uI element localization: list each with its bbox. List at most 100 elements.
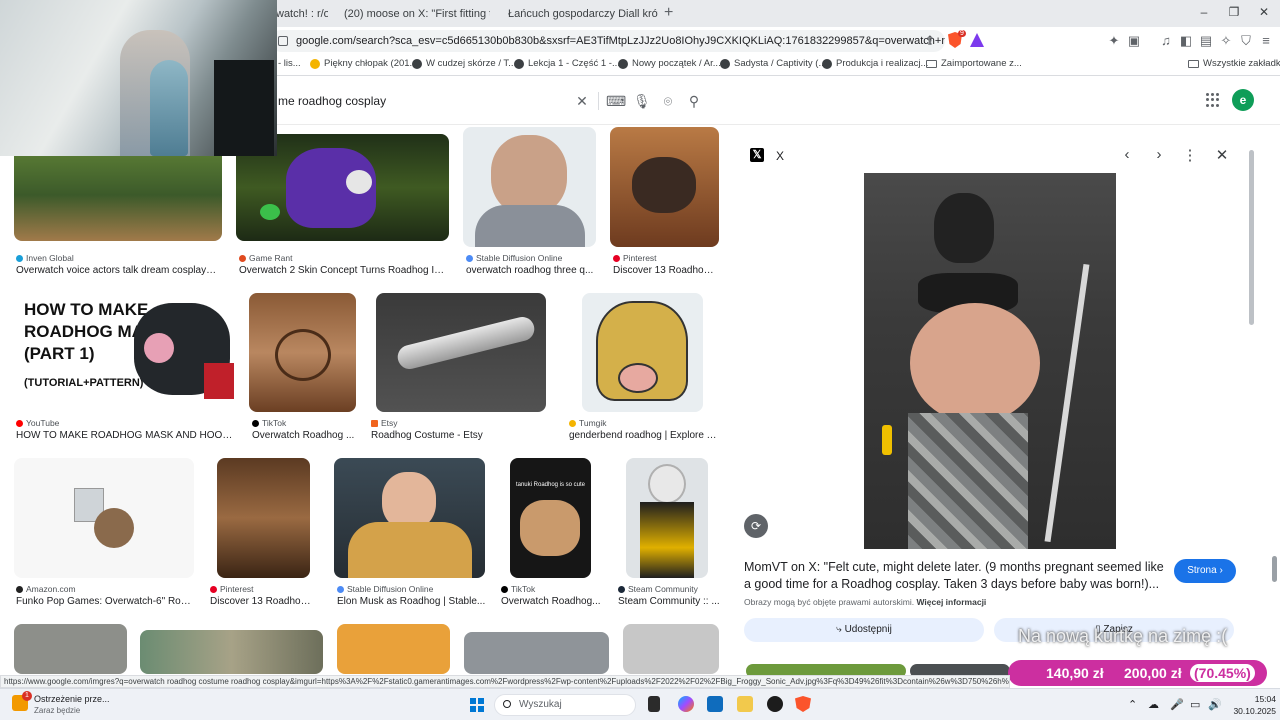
tab-search-icon[interactable]: ▣ <box>1126 33 1142 49</box>
panel-site-name[interactable]: X <box>776 149 784 163</box>
bookmark-item[interactable]: Piękny chłopak (201... <box>310 58 417 69</box>
address-bar[interactable]: google.com/search?sca_esv=c5d665130b0b83… <box>270 30 945 52</box>
brave-icon[interactable] <box>795 696 811 712</box>
result-title[interactable]: Steam Community :: ... <box>618 596 722 607</box>
tab-reddit[interactable]: watch! : r/o <box>276 4 328 24</box>
close-window-button[interactable]: ✕ <box>1254 5 1274 19</box>
bookmark-item[interactable]: Produkcja i realizacj... <box>822 58 928 69</box>
preview-image[interactable] <box>864 173 1116 549</box>
visit-site-button[interactable]: Strona › <box>1174 559 1236 583</box>
share-button[interactable]: ⤷ Udostępnij <box>744 618 984 642</box>
network-icon[interactable]: ▭ <box>1190 698 1200 711</box>
volume-icon[interactable]: 🔊 <box>1208 698 1222 711</box>
result-source[interactable]: Stable Diffusion Online <box>337 584 433 594</box>
result-image[interactable] <box>463 127 596 247</box>
menu-icon[interactable]: ≡ <box>1258 33 1274 49</box>
result-source[interactable]: Stable Diffusion Online <box>466 253 562 263</box>
site-info-icon[interactable] <box>278 36 288 46</box>
mic-icon[interactable]: 🎤 <box>1170 698 1184 711</box>
obs-icon[interactable] <box>767 696 783 712</box>
result-title[interactable]: Funko Pop Games: Overwatch-6" Roa... <box>16 596 192 607</box>
leo-ai-icon[interactable]: ✧ <box>1218 33 1234 49</box>
vpn-icon[interactable]: ⛉ <box>1238 33 1254 49</box>
mic-icon[interactable]: 🎙 <box>633 93 651 110</box>
bookmark-item[interactable]: Sadysta / Captivity (... <box>720 58 826 69</box>
result-source[interactable]: Amazon.com <box>16 584 76 594</box>
task-view-icon[interactable] <box>648 696 660 712</box>
result-source[interactable]: Steam Community <box>618 584 698 594</box>
bookmark-item[interactable]: Lekcja 1 - Część 1 -... <box>514 58 620 69</box>
learn-more-link[interactable]: Więcej informacji <box>916 597 986 607</box>
result-title[interactable]: overwatch roadhog three q... <box>466 265 596 276</box>
result-image[interactable]: HOW TO MAKE ROADHOG MASK (PART 1) (TUTOR… <box>14 293 236 412</box>
close-panel-button[interactable]: ✕ <box>1213 146 1231 164</box>
result-title[interactable]: genderbend roadhog | Explore T... <box>569 430 719 441</box>
result-title[interactable]: Discover 13 Roadhog ... <box>210 596 316 607</box>
result-source[interactable]: TikTok <box>501 584 535 594</box>
google-apps-icon[interactable] <box>1206 93 1220 107</box>
result-source[interactable]: Tumgik <box>569 418 607 428</box>
chevron-up-icon[interactable]: ⌃ <box>1128 698 1137 711</box>
result-image[interactable] <box>14 624 127 674</box>
share-icon[interactable]: ⇪ <box>922 33 938 49</box>
bookmark-folder[interactable]: Zaimportowane z... <box>926 58 1022 69</box>
result-image[interactable] <box>626 458 708 578</box>
result-title[interactable]: Overwatch Roadhog... <box>501 596 605 607</box>
result-source[interactable]: TikTok <box>252 418 286 428</box>
result-image[interactable] <box>334 458 485 578</box>
result-image[interactable] <box>249 293 356 412</box>
result-title[interactable]: Overwatch voice actors talk dream cospla… <box>16 265 221 276</box>
result-image[interactable] <box>582 293 703 412</box>
result-source[interactable]: Pinterest <box>210 584 254 594</box>
new-tab-button[interactable]: + <box>664 4 673 22</box>
previous-image-button[interactable]: ‹ <box>1118 146 1136 163</box>
next-image-button[interactable]: › <box>1150 146 1168 163</box>
result-source[interactable]: Inven Global <box>16 253 74 263</box>
result-image[interactable] <box>217 458 310 578</box>
minimize-button[interactable]: – <box>1194 5 1214 19</box>
media-icon[interactable]: ♫ <box>1158 33 1174 49</box>
more-options-button[interactable]: ⋮ <box>1181 146 1199 164</box>
result-title[interactable]: Elon Musk as Roadhog | Stable... <box>337 596 487 607</box>
result-source[interactable]: Pinterest <box>613 253 657 263</box>
wallet-icon[interactable]: ▤ <box>1198 33 1214 49</box>
result-title[interactable]: Overwatch 2 Skin Concept Turns Roadhog I… <box>239 265 449 276</box>
panel-title[interactable]: MomVT on X: "Felt cute, might delete lat… <box>744 559 1164 593</box>
result-title[interactable]: Roadhog Costume - Etsy <box>371 430 547 441</box>
page-scrollbar[interactable] <box>1272 556 1277 582</box>
taskbar-search[interactable]: Wyszukaj <box>494 694 636 716</box>
clear-search-icon[interactable]: ✕ <box>574 93 590 110</box>
result-image[interactable] <box>376 293 546 412</box>
result-image[interactable] <box>337 624 450 674</box>
bookmark-item[interactable]: - lis... <box>278 58 301 69</box>
brave-rewards-icon[interactable] <box>970 33 984 47</box>
bookmark-item[interactable]: Nowy początek / Ar... <box>618 58 721 69</box>
tab-x-moose[interactable]: (20) moose on X: "First fitting test of <box>338 4 490 24</box>
tab-lancuch[interactable]: Łańcuch gospodarczy Diall krótkie og <box>502 4 658 24</box>
result-title[interactable]: HOW TO MAKE ROADHOG MASK AND HOOK:... <box>16 430 234 441</box>
result-image[interactable] <box>140 630 323 674</box>
extensions-icon[interactable]: ✦ <box>1106 33 1122 49</box>
restore-button[interactable]: ❐ <box>1224 5 1244 19</box>
result-source[interactable]: YouTube <box>16 418 59 428</box>
result-source[interactable]: Etsy <box>371 418 398 428</box>
copilot-icon[interactable] <box>678 696 694 712</box>
avatar[interactable]: e <box>1232 89 1254 111</box>
panel-scrollbar[interactable] <box>1249 150 1254 325</box>
keyboard-icon[interactable]: ⌨ <box>606 93 626 110</box>
store-icon[interactable] <box>707 696 723 712</box>
sidebar-icon[interactable]: ◧ <box>1178 33 1194 49</box>
cloud-icon[interactable]: ☁ <box>1148 698 1159 711</box>
search-icon[interactable]: ⚲ <box>686 93 702 110</box>
result-image[interactable] <box>464 632 609 674</box>
lens-icon[interactable]: ⌾ <box>660 93 676 110</box>
result-source[interactable]: Game Rant <box>239 253 292 263</box>
bookmark-item[interactable]: W cudzej skórze / T... <box>412 58 516 69</box>
search-input[interactable]: me roadhog cosplay <box>278 94 386 108</box>
all-bookmarks[interactable]: Wszystkie zakładki <box>1188 58 1280 69</box>
result-title[interactable]: Overwatch Roadhog ... <box>252 430 356 441</box>
file-explorer-icon[interactable] <box>737 696 753 712</box>
lens-search-icon[interactable]: ⟳ <box>744 514 768 538</box>
result-image[interactable] <box>14 458 194 578</box>
result-title[interactable]: Discover 13 Roadhog ... <box>613 265 719 276</box>
